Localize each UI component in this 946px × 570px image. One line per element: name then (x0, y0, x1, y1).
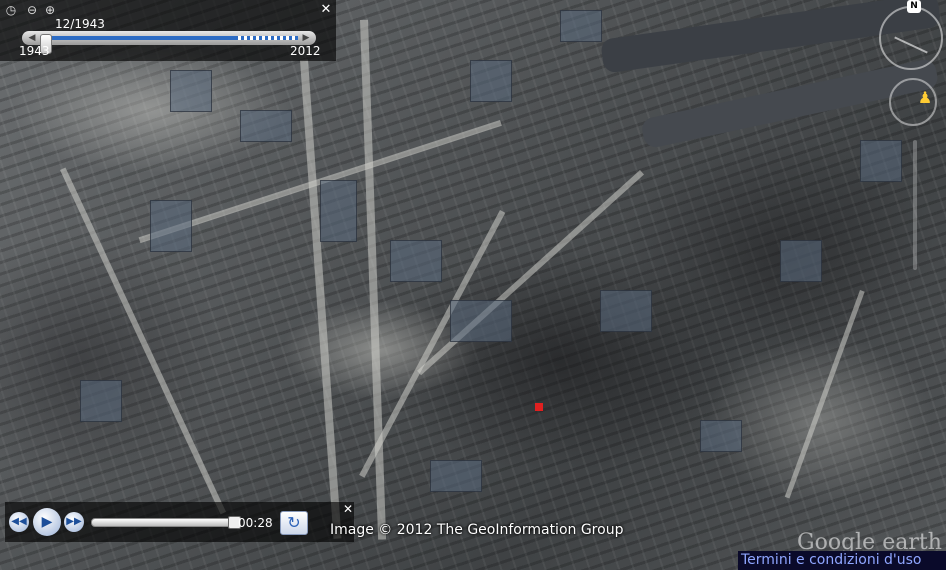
historical-imagery-panel: ◷ ⊖ ⊕ 12/1943 ◀ ▶ 1943 2012 ✕ (0, 0, 336, 61)
play-button[interactable]: ▶ (33, 508, 61, 536)
zoom-out-icon[interactable]: ⊖ (25, 3, 39, 17)
loop-button[interactable]: ↻ (280, 511, 308, 535)
zoom-slider[interactable] (913, 140, 917, 270)
rewind-icon: ◀◀ (11, 516, 27, 527)
red-marker (535, 403, 543, 411)
current-date-label: 12/1943 (55, 17, 105, 31)
building (860, 140, 902, 182)
forward-button[interactable]: ▶▶ (64, 512, 84, 532)
compass-ring[interactable] (879, 6, 943, 70)
start-year-label: 1943 (19, 44, 50, 58)
forward-icon: ▶▶ (66, 516, 82, 527)
rewind-button[interactable]: ◀◀ (9, 512, 29, 532)
road (360, 19, 387, 540)
road (784, 290, 865, 499)
clock-icon[interactable]: ◷ (4, 3, 18, 17)
road (417, 170, 645, 376)
building (780, 240, 822, 282)
street-view-person-icon[interactable]: ♟ (917, 88, 933, 108)
time-slider-track[interactable] (40, 34, 298, 54)
close-icon[interactable]: ✕ (319, 3, 333, 17)
close-icon[interactable]: ✕ (342, 503, 354, 515)
building (80, 380, 122, 422)
building (320, 180, 357, 242)
building (600, 290, 652, 332)
terms-link[interactable]: Termini e condizioni d'uso (738, 551, 946, 570)
end-year-label: 2012 (290, 44, 321, 58)
building (450, 300, 512, 342)
play-icon: ▶ (41, 514, 53, 530)
step-back-icon[interactable]: ◀ (26, 32, 38, 44)
building (560, 10, 602, 42)
building (430, 460, 482, 492)
playback-time: 00:28 (238, 516, 273, 530)
building (240, 110, 292, 142)
road (300, 59, 342, 539)
time-slider[interactable]: ◀ ▶ (22, 31, 316, 54)
building (390, 240, 442, 282)
building (170, 70, 212, 112)
loop-icon: ↻ (287, 513, 301, 532)
building (470, 60, 512, 102)
zoom-in-icon[interactable]: ⊕ (43, 3, 57, 17)
building (150, 200, 192, 252)
building (700, 420, 742, 452)
step-forward-icon[interactable]: ▶ (300, 32, 312, 44)
aerial-map-view[interactable] (0, 0, 946, 570)
playback-panel: ◀◀ ▶ ▶▶ 00:28 ↻ ✕ (5, 502, 354, 542)
north-indicator[interactable]: N (907, 0, 921, 13)
image-credit: Image © 2012 The GeoInformation Group (330, 522, 624, 538)
playback-progress-slider[interactable] (91, 516, 241, 529)
